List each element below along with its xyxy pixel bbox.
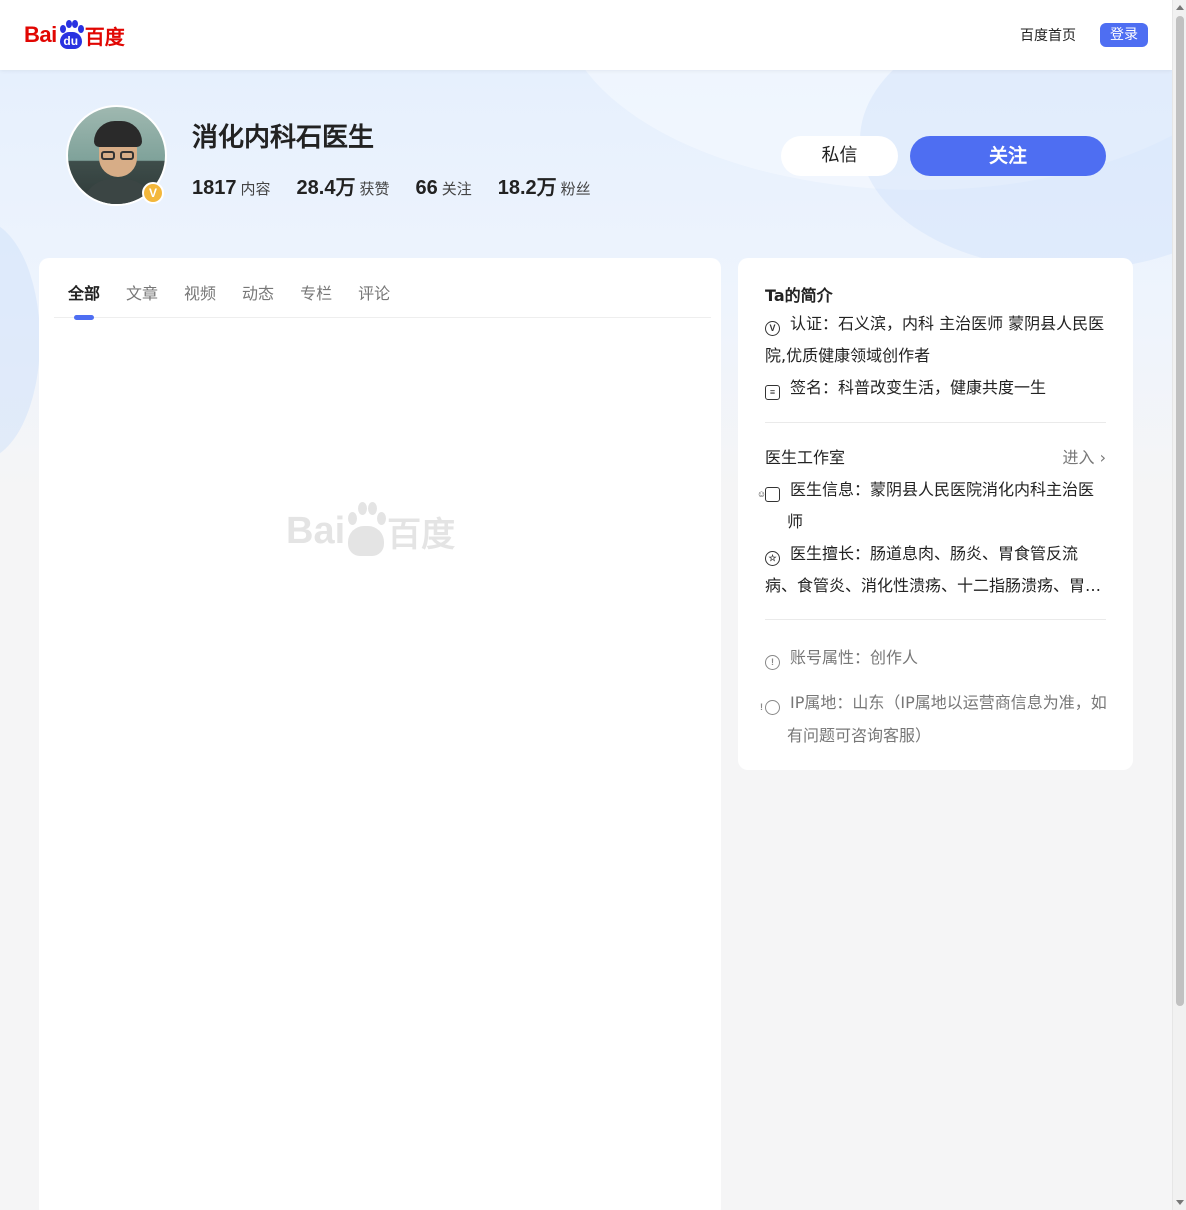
stat-content[interactable]: 1817 内容 [192,177,271,200]
message-button[interactable]: 私信 [781,136,898,176]
stat-label: 关注 [441,180,472,198]
tab-videos[interactable]: 视频 [184,276,216,318]
content-tabs: 全部 文章 视频 动态 专栏 评论 [54,276,711,318]
info-icon: ! [765,655,780,670]
enter-label: 进入 [1062,448,1095,467]
paw-icon [346,502,387,560]
logo-du: du [59,32,82,49]
star-icon: ☆ [765,551,780,566]
doctor-icon: ☺ [757,487,780,502]
watermark-latin: Bai [286,509,346,552]
info-icon: ! [760,700,780,715]
profile-header: V 消化内科石医生 1817 内容 28.4万 获赞 66 关注 18.2万 粉丝 私信… [66,105,1106,207]
tab-all[interactable]: 全部 [68,276,100,318]
signature-info: ≡ 签名：科普改变生活，健康共度一生 [765,372,1107,404]
verified-badge-icon: V [142,182,164,204]
certification-text: 认证：石义滨，内科 主治医师 蒙阴县人民医院,优质健康领域创作者 [765,314,1105,365]
profile-intro-panel: Ta的简介 V 认证：石义滨，内科 主治医师 蒙阴县人民医院,优质健康领域创作者 … [738,258,1133,770]
chevron-right-icon: › [1094,448,1106,467]
profile-stats: 1817 内容 28.4万 获赞 66 关注 18.2万 粉丝 [192,171,591,200]
document-icon: ≡ [765,385,780,400]
tab-articles[interactable]: 文章 [126,276,158,318]
scroll-up-arrow-icon[interactable] [1176,5,1184,10]
login-button[interactable]: 登录 [1100,23,1148,47]
studio-enter-link[interactable]: 进入 › [1063,444,1107,468]
intro-title: Ta的简介 [765,286,833,305]
stat-following[interactable]: 66 关注 [415,177,471,200]
top-header: Bai du 百度 百度首页 登录 [0,0,1172,70]
doctor-specialty: ☆ 医生擅长：肠道息肉、肠炎、胃食管反流病、食管炎、消化性溃疡、十二指肠溃疡、胃… [765,538,1107,602]
signature-text: 签名：科普改变生活，健康共度一生 [790,378,1047,397]
follow-button[interactable]: 关注 [910,136,1106,176]
stat-value: 1817 [192,177,237,199]
verified-icon: V [765,321,780,336]
tab-updates[interactable]: 动态 [242,276,274,318]
stat-label: 获赞 [359,180,390,198]
content-panel: 全部 文章 视频 动态 专栏 评论 Bai 百度 [39,258,721,1210]
divider [765,422,1106,423]
ip-location-text: IP属地：山东（IP属地以运营商信息为准，如有问题可咨询客服） [787,693,1107,745]
stat-fans[interactable]: 18.2万 粉丝 [498,171,591,200]
decorative-arc [0,220,40,460]
certification-info: V 认证：石义滨，内科 主治医师 蒙阴县人民医院,优质健康领域创作者 [765,308,1107,372]
divider [765,619,1106,620]
baidu-logo[interactable]: Bai du 百度 [24,15,125,55]
doctor-info: ☺ 医生信息：蒙阴县人民医院消化内科主治医师 [757,474,1107,538]
loading-watermark: Bai 百度 [286,502,455,560]
paw-icon: du [58,20,84,50]
logo-latin: Bai [24,22,57,47]
baidu-home-link[interactable]: 百度首页 [1020,25,1076,45]
doctor-studio-title: 医生工作室 [765,448,846,467]
stat-label: 内容 [240,180,271,198]
ip-location: ! IP属地：山东（IP属地以运营商信息为准，如有问题可咨询客服） [760,686,1107,752]
stat-value: 18.2万 [497,177,557,199]
profile-name: 消化内科石医生 [192,123,375,153]
logo-chinese: 百度 [84,24,125,49]
account-type: ! 账号属性：创作人 [765,641,1107,674]
specialty-text: 医生擅长：肠道息肉、肠炎、胃食管反流病、食管炎、消化性溃疡、十二指肠溃疡、胃… [765,544,1102,595]
stat-value: 28.4万 [296,177,356,199]
header-actions: 百度首页 登录 [1020,23,1148,47]
scroll-thumb[interactable] [1176,16,1184,1006]
tab-comments[interactable]: 评论 [358,276,390,318]
stat-label: 粉丝 [560,180,591,198]
scroll-down-arrow-icon[interactable] [1176,1200,1184,1205]
account-type-text: 账号属性：创作人 [790,648,919,667]
stat-likes: 28.4万 获赞 [297,171,390,200]
watermark-chinese: 百度 [387,514,456,555]
stat-value: 66 [415,177,438,199]
tab-columns[interactable]: 专栏 [300,276,332,318]
page-scrollbar[interactable] [1172,0,1186,1210]
doctor-info-text: 医生信息：蒙阴县人民医院消化内科主治医师 [787,480,1095,531]
